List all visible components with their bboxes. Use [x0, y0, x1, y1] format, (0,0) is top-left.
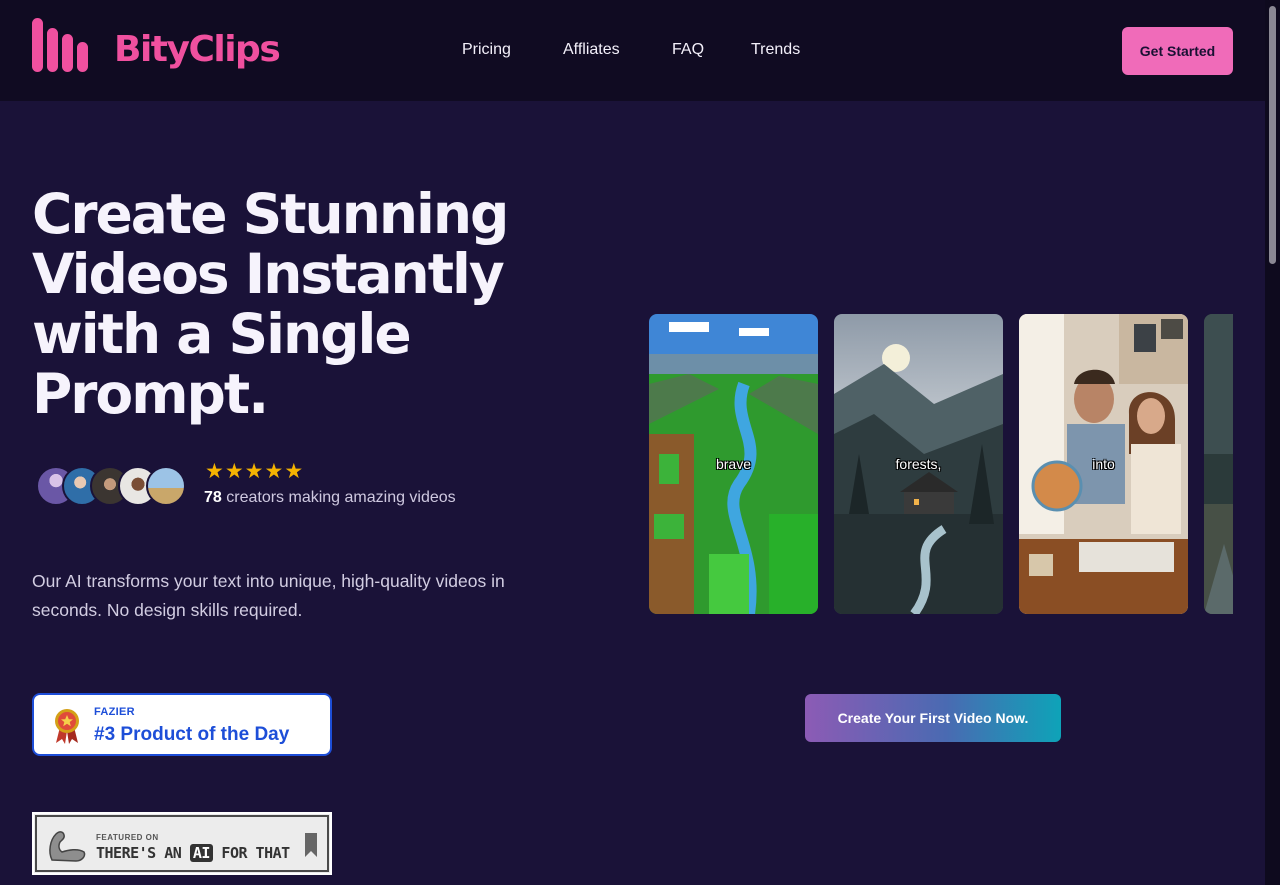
bookmark-icon — [305, 833, 317, 857]
video-carousel[interactable]: brave forests, into — [649, 314, 1233, 614]
page-scrollbar[interactable] — [1265, 0, 1280, 885]
brand-logo[interactable]: BityClips — [32, 16, 281, 76]
logo-bars-icon — [32, 16, 96, 72]
medal-icon — [55, 709, 79, 744]
video-card[interactable]: brave — [649, 314, 818, 614]
video-caption: forests, — [895, 456, 942, 472]
nav-affiliates[interactable]: Affliates — [563, 41, 620, 59]
aiforthat-name: THERE'S AN AI FOR THAT — [96, 844, 290, 862]
fazier-rank: #3 Product of the Day — [94, 724, 290, 745]
site-header: BityClips Pricing Affliates FAQ Trends G… — [0, 0, 1265, 101]
fazier-label: FAZIER — [94, 706, 135, 718]
creators-label: creators making amazing videos — [221, 489, 456, 506]
get-started-button[interactable]: Get Started — [1122, 27, 1233, 75]
scrollbar-thumb[interactable] — [1269, 6, 1276, 264]
star-icon: ★ — [244, 460, 264, 483]
avatar — [146, 466, 186, 506]
aiforthat-prefix: THERE'S AN — [96, 844, 190, 862]
fazier-badge[interactable]: FAZIER #3 Product of the Day — [32, 693, 332, 756]
star-icon: ★ — [205, 460, 224, 483]
arm-icon — [49, 831, 86, 862]
theresanaiforthat-badge[interactable]: FEATURED ON THERE'S AN AI FOR THAT — [32, 812, 332, 875]
video-card[interactable]: forests, — [834, 314, 1003, 614]
aiforthat-suffix: FOR THAT — [212, 844, 290, 862]
stormy-road-thumbnail — [1204, 314, 1233, 614]
create-video-button[interactable]: Create Your First Video Now. — [805, 694, 1061, 742]
video-caption: brave — [715, 456, 752, 472]
rating-stars: ★ ★ ★ ★ ★ — [205, 461, 303, 483]
video-card[interactable] — [1204, 314, 1233, 614]
aiforthat-ai: AI — [189, 844, 213, 862]
nav-pricing[interactable]: Pricing — [462, 41, 511, 59]
star-icon: ★ — [284, 460, 304, 483]
creators-count-text: 78 creators making amazing videos — [204, 489, 456, 507]
brand-name: BityClips — [114, 29, 281, 70]
video-card[interactable]: into — [1019, 314, 1188, 614]
creators-count: 78 — [204, 489, 222, 506]
video-caption: into — [1092, 456, 1115, 472]
hero-description: Our AI transforms your text into unique,… — [32, 571, 505, 620]
nav-faq[interactable]: FAQ — [672, 41, 704, 59]
featured-on-label: FEATURED ON — [96, 833, 159, 842]
hero-title: Create Stunning Videos Instantly with a … — [32, 182, 509, 426]
star-icon: ★ — [264, 460, 284, 483]
star-icon: ★ — [224, 460, 244, 483]
nav-trends[interactable]: Trends — [751, 41, 800, 59]
